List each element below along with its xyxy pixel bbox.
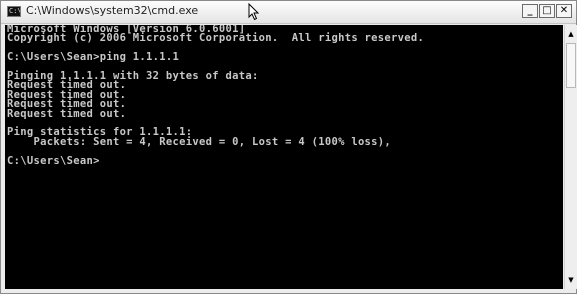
close-button[interactable]: ✕ bbox=[556, 4, 572, 18]
vertical-scrollbar[interactable]: ▲ ▼ bbox=[564, 25, 577, 289]
console-output[interactable]: Microsoft Windows [Version 6.0.6001] Cop… bbox=[5, 25, 563, 289]
cmd-app-icon[interactable]: C:\ bbox=[7, 6, 21, 17]
window-controls: _ □ ✕ bbox=[522, 4, 572, 19]
console-line: C:\Users\Sean>ping 1.1.1.1 bbox=[7, 51, 180, 64]
scroll-down-arrow-icon[interactable]: ▼ bbox=[565, 273, 577, 287]
cmd-window: C:\ C:\Windows\system32\cmd.exe _ □ ✕ Mi… bbox=[0, 0, 577, 294]
console-line: Copyright (c) 2006 Microsoft Corporation… bbox=[7, 32, 425, 45]
mouse-pointer-icon bbox=[248, 3, 260, 21]
scroll-thumb[interactable] bbox=[566, 43, 576, 88]
maximize-button[interactable]: □ bbox=[539, 4, 555, 18]
window-title: C:\Windows\system32\cmd.exe bbox=[26, 4, 199, 17]
console-prompt[interactable]: C:\Users\Sean> bbox=[5, 155, 563, 166]
title-bar[interactable]: C:\ C:\Windows\system32\cmd.exe _ □ ✕ bbox=[1, 1, 576, 24]
scroll-up-arrow-icon[interactable]: ▲ bbox=[565, 27, 577, 41]
minimize-button[interactable]: _ bbox=[522, 4, 538, 18]
console-line: Packets: Sent = 4, Received = 0, Lost = … bbox=[7, 135, 392, 148]
console-line: Request timed out. bbox=[7, 107, 127, 120]
